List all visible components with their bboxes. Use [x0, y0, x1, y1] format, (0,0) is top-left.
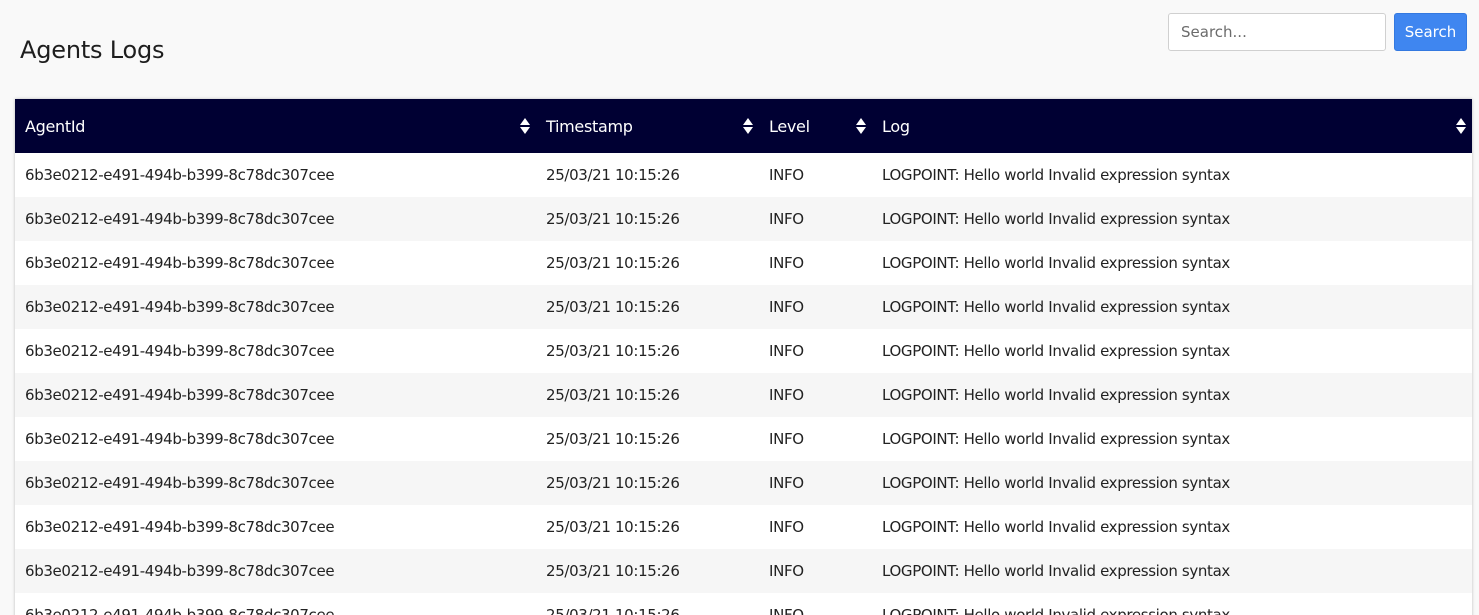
agents-logs-page: Agents Logs Search AgentId Timestamp: [0, 0, 1479, 615]
cell-level: INFO: [769, 254, 804, 272]
cell-agentid: 6b3e0212-e491-494b-b399-8c78dc307cee: [25, 166, 335, 184]
column-header-label: AgentId: [25, 116, 86, 136]
sort-icon[interactable]: [520, 117, 530, 135]
table-row[interactable]: 6b3e0212-e491-494b-b399-8c78dc307cee 25/0…: [15, 329, 1472, 373]
cell-level: INFO: [769, 210, 804, 228]
column-header-level[interactable]: Level: [759, 99, 872, 153]
cell-level: INFO: [769, 562, 804, 580]
table-header-row: AgentId Timestamp Level Log: [15, 99, 1472, 153]
cell-timestamp: 25/03/21 10:15:26: [546, 298, 680, 316]
logs-table-container: AgentId Timestamp Level Log 6b3e0212-e49…: [15, 99, 1472, 615]
cell-log: LOGPOINT: Hello world Invalid expression…: [882, 298, 1230, 316]
sort-icon[interactable]: [1456, 117, 1466, 135]
column-header-label: Timestamp: [546, 116, 633, 136]
sort-icon[interactable]: [743, 117, 753, 135]
cell-agentid: 6b3e0212-e491-494b-b399-8c78dc307cee: [25, 518, 335, 536]
cell-level: INFO: [769, 298, 804, 316]
cell-level: INFO: [769, 342, 804, 360]
cell-agentid: 6b3e0212-e491-494b-b399-8c78dc307cee: [25, 298, 335, 316]
column-header-label: Log: [882, 116, 910, 136]
cell-timestamp: 25/03/21 10:15:26: [546, 166, 680, 184]
page-title: Agents Logs: [20, 36, 165, 64]
cell-log: LOGPOINT: Hello world Invalid expression…: [882, 474, 1230, 492]
cell-timestamp: 25/03/21 10:15:26: [546, 210, 680, 228]
search-button[interactable]: Search: [1394, 13, 1467, 51]
cell-timestamp: 25/03/21 10:15:26: [546, 430, 680, 448]
sort-icon[interactable]: [856, 117, 866, 135]
column-header-label: Level: [769, 116, 810, 136]
table-row[interactable]: 6b3e0212-e491-494b-b399-8c78dc307cee 25/0…: [15, 153, 1472, 197]
table-row[interactable]: 6b3e0212-e491-494b-b399-8c78dc307cee 25/0…: [15, 461, 1472, 505]
cell-level: INFO: [769, 166, 804, 184]
table-row[interactable]: 6b3e0212-e491-494b-b399-8c78dc307cee 25/0…: [15, 285, 1472, 329]
cell-level: INFO: [769, 518, 804, 536]
cell-level: INFO: [769, 474, 804, 492]
search-input[interactable]: [1168, 13, 1386, 51]
cell-log: LOGPOINT: Hello world Invalid expression…: [882, 386, 1230, 404]
cell-timestamp: 25/03/21 10:15:26: [546, 606, 680, 615]
column-header-agentid[interactable]: AgentId: [15, 99, 536, 153]
cell-log: LOGPOINT: Hello world Invalid expression…: [882, 562, 1230, 580]
table-row[interactable]: 6b3e0212-e491-494b-b399-8c78dc307cee 25/0…: [15, 549, 1472, 593]
cell-timestamp: 25/03/21 10:15:26: [546, 254, 680, 272]
cell-log: LOGPOINT: Hello world Invalid expression…: [882, 254, 1230, 272]
cell-log: LOGPOINT: Hello world Invalid expression…: [882, 518, 1230, 536]
table-row[interactable]: 6b3e0212-e491-494b-b399-8c78dc307cee 25/0…: [15, 593, 1472, 615]
column-header-log[interactable]: Log: [872, 99, 1472, 153]
cell-log: LOGPOINT: Hello world Invalid expression…: [882, 342, 1230, 360]
cell-agentid: 6b3e0212-e491-494b-b399-8c78dc307cee: [25, 342, 335, 360]
cell-timestamp: 25/03/21 10:15:26: [546, 562, 680, 580]
cell-timestamp: 25/03/21 10:15:26: [546, 474, 680, 492]
table-row[interactable]: 6b3e0212-e491-494b-b399-8c78dc307cee 25/0…: [15, 373, 1472, 417]
cell-agentid: 6b3e0212-e491-494b-b399-8c78dc307cee: [25, 254, 335, 272]
cell-agentid: 6b3e0212-e491-494b-b399-8c78dc307cee: [25, 430, 335, 448]
cell-level: INFO: [769, 386, 804, 404]
cell-agentid: 6b3e0212-e491-494b-b399-8c78dc307cee: [25, 562, 335, 580]
cell-agentid: 6b3e0212-e491-494b-b399-8c78dc307cee: [25, 386, 335, 404]
logs-table: AgentId Timestamp Level Log 6b3e0212-e49…: [15, 99, 1472, 615]
cell-agentid: 6b3e0212-e491-494b-b399-8c78dc307cee: [25, 210, 335, 228]
cell-agentid: 6b3e0212-e491-494b-b399-8c78dc307cee: [25, 474, 335, 492]
cell-log: LOGPOINT: Hello world Invalid expression…: [882, 210, 1230, 228]
cell-timestamp: 25/03/21 10:15:26: [546, 342, 680, 360]
table-row[interactable]: 6b3e0212-e491-494b-b399-8c78dc307cee 25/0…: [15, 197, 1472, 241]
column-header-timestamp[interactable]: Timestamp: [536, 99, 759, 153]
cell-level: INFO: [769, 606, 804, 615]
cell-log: LOGPOINT: Hello world Invalid expression…: [882, 606, 1230, 615]
table-row[interactable]: 6b3e0212-e491-494b-b399-8c78dc307cee 25/0…: [15, 505, 1472, 549]
table-row[interactable]: 6b3e0212-e491-494b-b399-8c78dc307cee 25/0…: [15, 241, 1472, 285]
cell-log: LOGPOINT: Hello world Invalid expression…: [882, 166, 1230, 184]
cell-level: INFO: [769, 430, 804, 448]
table-body: 6b3e0212-e491-494b-b399-8c78dc307cee 25/0…: [15, 153, 1472, 615]
cell-timestamp: 25/03/21 10:15:26: [546, 386, 680, 404]
cell-timestamp: 25/03/21 10:15:26: [546, 518, 680, 536]
cell-log: LOGPOINT: Hello world Invalid expression…: [882, 430, 1230, 448]
cell-agentid: 6b3e0212-e491-494b-b399-8c78dc307cee: [25, 606, 335, 615]
table-row[interactable]: 6b3e0212-e491-494b-b399-8c78dc307cee 25/0…: [15, 417, 1472, 461]
